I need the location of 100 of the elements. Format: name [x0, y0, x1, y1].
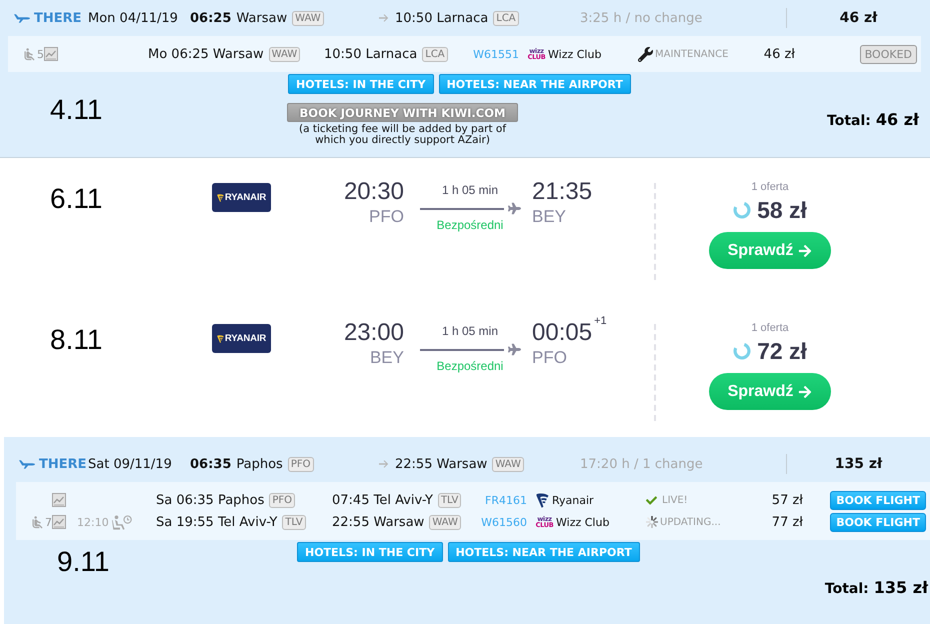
arrival-time-city: 10:50 Larnaca — [395, 10, 488, 26]
flight-number-link[interactable]: W61560 — [481, 516, 527, 528]
logo-icon — [216, 194, 224, 202]
departure-date: Mon 04/11/19 — [88, 10, 179, 26]
segment-arrival: 22:55 Warsaw — [332, 514, 424, 530]
airline-name: Wizz Club — [556, 516, 610, 528]
date-label: 9.11 — [57, 546, 110, 577]
airport-code: WAW — [492, 456, 524, 472]
spinner-icon — [646, 516, 658, 528]
departure-date: Sat 09/11/19 — [88, 456, 173, 472]
arrow-right-icon — [798, 244, 812, 258]
total-amount: 46 zł — [876, 110, 919, 130]
segment-arrival: 07:45 Tel Aviv-Y — [332, 492, 433, 508]
trip-duration: 3:25 h / no change — [580, 10, 702, 26]
date-label: 6.11 — [50, 183, 102, 214]
flight-duration: 1 h 05 min — [442, 324, 498, 338]
chart-icon — [52, 515, 66, 529]
departure-time: 23:00 — [344, 321, 404, 345]
airline-name: Wizz Club — [548, 48, 602, 60]
book-journey-button[interactable]: BOOK JOURNEY WITH KIWI.COM — [287, 103, 518, 122]
chart-icon — [44, 47, 58, 61]
total-label: Total: — [824, 580, 869, 599]
trip-duration: 17:20 h / 1 change — [580, 456, 703, 472]
hotels-button[interactable]: HOTELS: IN THE CITY — [297, 542, 443, 562]
segment-price: 46 zł — [764, 46, 795, 62]
stops-label: Bezpośredni — [436, 359, 504, 373]
logo-text: RYANAIR — [224, 333, 266, 344]
departure-time: 06:35 — [190, 456, 232, 472]
seated-person-icon — [22, 46, 37, 62]
plane-icon — [19, 460, 35, 468]
flight-number-link[interactable]: FR4161 — [485, 494, 527, 506]
airport-code: TLV — [282, 514, 306, 530]
airline-name: Ryanair — [552, 494, 594, 506]
date-label: 8.11 — [50, 324, 102, 355]
trip-price: 135 zł — [834, 456, 882, 472]
status-label: LIVE! — [662, 494, 688, 506]
offer-price: 58 zł — [757, 198, 807, 222]
date-label: 4.11 — [50, 94, 102, 125]
airport-code: WAW — [292, 10, 324, 26]
segment-price: 77 zł — [772, 514, 803, 530]
airport-code: LCA — [493, 10, 519, 26]
total-amount: 135 zł — [874, 578, 928, 598]
arrival-time: 21:35 — [532, 180, 592, 204]
trip-price: 46 zł — [840, 10, 878, 26]
stops-label: Bezpośredni — [436, 218, 504, 232]
airport-code: PFO — [269, 492, 296, 508]
arrow-icon — [379, 460, 389, 468]
segment-price: 57 zł — [772, 492, 803, 508]
flight-duration: 1 h 05 min — [442, 183, 498, 197]
logo-icon — [216, 334, 224, 342]
total-label: Total: — [827, 112, 871, 131]
airport-code: LCA — [422, 46, 448, 62]
airport-code: WAW — [268, 46, 300, 62]
check-button[interactable]: Sprawdź — [709, 373, 831, 410]
plane-icon — [508, 343, 520, 356]
ring-icon — [733, 201, 752, 219]
airport-code: PFO — [288, 456, 314, 472]
airport-code: BEY — [370, 349, 404, 367]
airport-code: WAW — [429, 514, 461, 530]
arrow-icon — [379, 14, 389, 22]
check-button[interactable]: Sprawdź — [709, 232, 831, 269]
hotels-button[interactable]: HOTELS: NEAR THE AIRPORT — [438, 74, 631, 94]
plane-icon — [508, 202, 520, 215]
chart-icon — [52, 493, 66, 507]
arrow-right-icon — [798, 384, 812, 398]
departure-time: 20:30 — [344, 180, 404, 204]
departure-city: Warsaw — [236, 10, 288, 26]
logo-icon — [536, 492, 549, 508]
check-icon — [646, 494, 657, 506]
offer-price: 72 zł — [757, 339, 807, 363]
segment-departure: Sa 19:55 Tel Aviv-Y — [156, 514, 278, 530]
book-flight-button[interactable]: BOOK FLIGHT — [830, 490, 926, 510]
logo-text: RYANAIR — [224, 192, 266, 203]
direction-label: THERE — [39, 456, 87, 472]
hotels-button[interactable]: HOTELS: NEAR THE AIRPORT — [448, 542, 640, 562]
segment-departure: Mo 06:25 Warsaw — [148, 46, 264, 62]
day-offset: +1 — [594, 316, 607, 327]
status-label: MAINTENANCE — [655, 48, 728, 60]
wrench-icon — [638, 46, 653, 62]
segment-arrival: 10:50 Larnaca — [324, 46, 418, 62]
flight-number-link[interactable]: W61551 — [473, 48, 519, 60]
airport-code: TLV — [438, 492, 462, 508]
booked-button[interactable]: BOOKED — [860, 44, 917, 64]
segment-departure: Sa 06:35 Paphos — [156, 492, 264, 508]
seat-count: 5 — [37, 48, 44, 60]
status-label: UPDATING... — [660, 516, 721, 528]
airport-code: PFO — [532, 349, 567, 367]
seated-person-clock-icon — [112, 514, 132, 530]
book-flight-button[interactable]: BOOK FLIGHT — [830, 512, 926, 532]
offer-count: 1 oferta — [751, 322, 789, 335]
ring-icon — [733, 342, 752, 360]
hotels-button[interactable]: HOTELS: IN THE CITY — [288, 74, 434, 94]
airport-code: PFO — [369, 208, 404, 226]
departure-city: Paphos — [236, 456, 283, 472]
seat-count: 7 — [45, 516, 52, 528]
departure-time: 06:25 — [190, 10, 232, 26]
layover-time: 12:10 — [77, 516, 109, 528]
airport-code: BEY — [532, 208, 566, 226]
arrival-time-city: 22:55 Warsaw — [395, 456, 488, 472]
plane-icon — [14, 14, 30, 22]
